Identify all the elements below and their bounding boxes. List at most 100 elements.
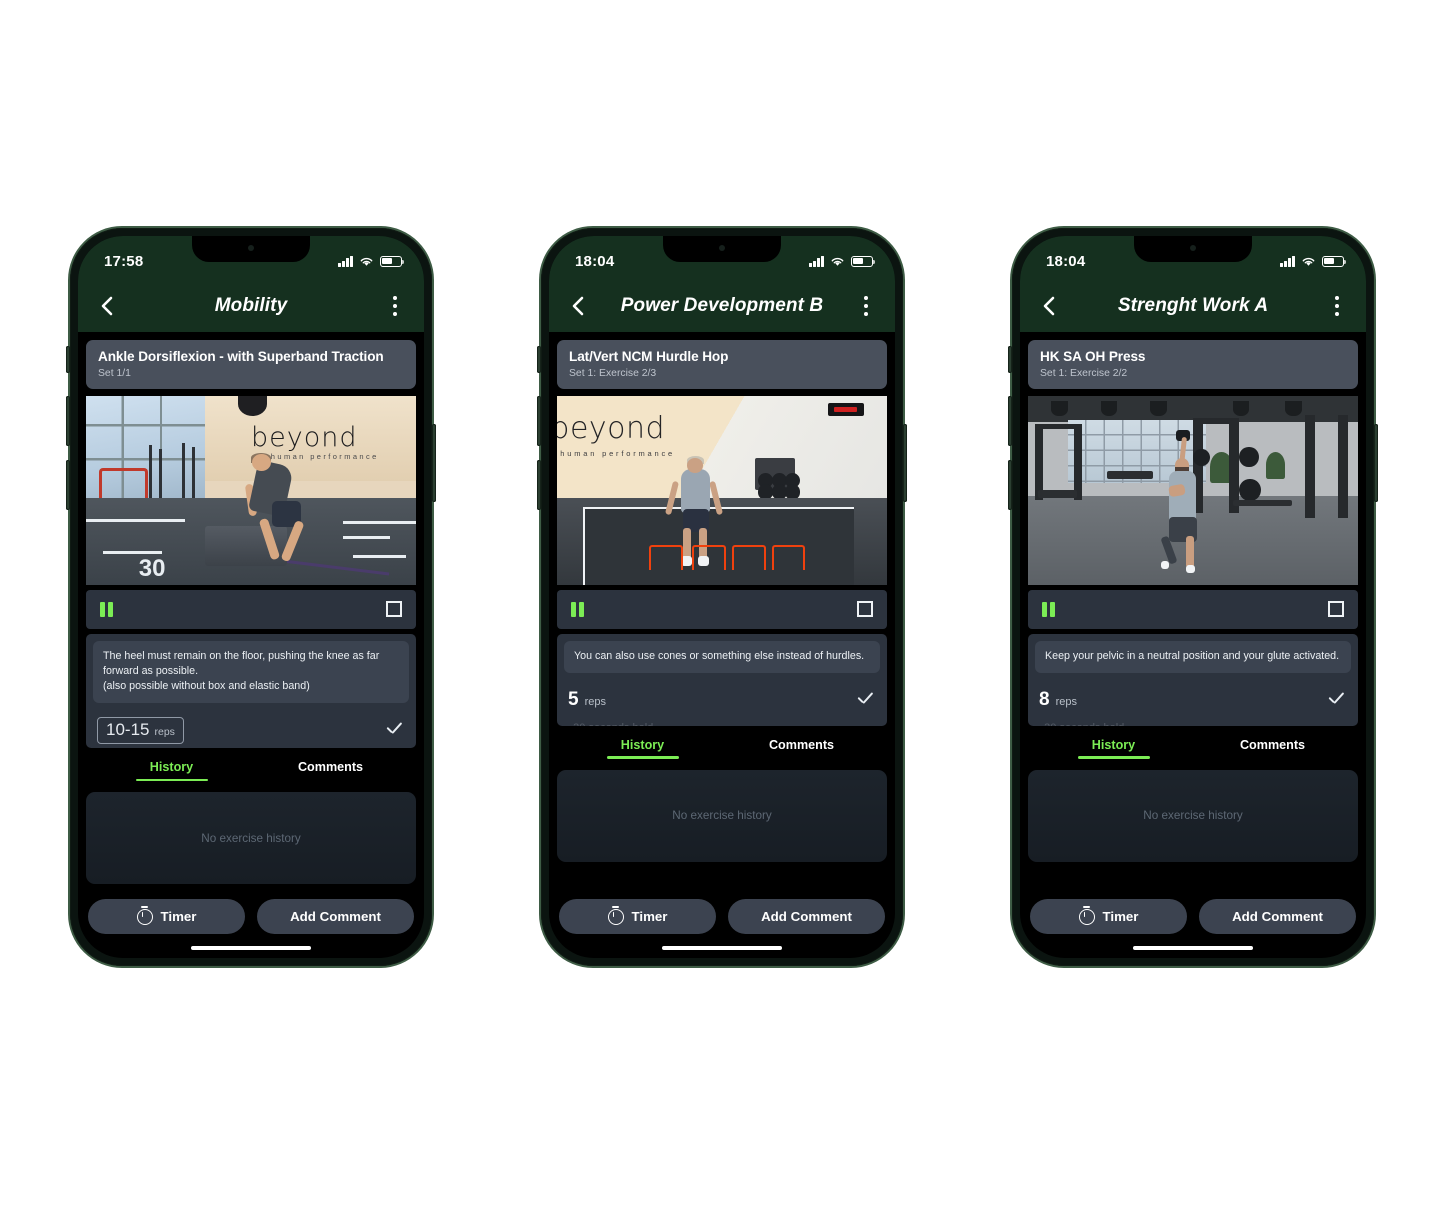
wifi-icon	[360, 257, 373, 266]
chevron-left-icon[interactable]	[1038, 294, 1062, 318]
check-icon[interactable]	[1325, 689, 1347, 711]
chevron-left-icon[interactable]	[96, 294, 120, 318]
volume-up-button[interactable]	[66, 396, 70, 446]
tab-bar: History Comments	[549, 738, 895, 759]
phone-screen: 18:04 Strenght Work A HK SA OH Press Set…	[1020, 236, 1366, 958]
volume-down-button[interactable]	[66, 460, 70, 510]
reps-row: 10-15 reps	[93, 703, 409, 748]
exercise-video[interactable]	[1028, 395, 1358, 585]
volume-down-button[interactable]	[537, 460, 541, 510]
kebab-menu-icon[interactable]	[384, 294, 406, 318]
silent-switch[interactable]	[66, 346, 70, 373]
battery-icon	[1322, 255, 1347, 267]
wifi-icon	[1302, 257, 1315, 266]
tab-history[interactable]: History	[1034, 738, 1193, 759]
video-frame-image: beyond human performance	[86, 395, 416, 585]
kebab-menu-icon[interactable]	[855, 294, 877, 318]
action-bar: Timer Add Comment	[1020, 899, 1366, 934]
check-icon[interactable]	[383, 719, 405, 741]
phone-mockup-mobility: 17:58 Mobility Ankle Dorsiflexion - with…	[66, 225, 436, 969]
reps-value-group[interactable]: 5 reps	[568, 689, 606, 711]
volume-up-button[interactable]	[537, 396, 541, 446]
tab-comments[interactable]: Comments	[722, 738, 881, 759]
wall-clock	[827, 403, 864, 417]
fullscreen-icon[interactable]	[857, 601, 873, 618]
page-title: Power Development B	[620, 295, 824, 316]
page-title: Strenght Work A	[1117, 295, 1269, 316]
history-panel: No exercise history	[86, 792, 416, 885]
status-icons	[809, 255, 876, 267]
exercise-header-card: Ankle Dorsiflexion - with Superband Trac…	[86, 340, 416, 389]
home-indicator[interactable]	[1133, 945, 1253, 950]
timer-button[interactable]: Timer	[559, 899, 716, 934]
volume-up-button[interactable]	[1008, 396, 1012, 446]
reps-input[interactable]: 10-15 reps	[97, 716, 184, 744]
kebab-menu-icon[interactable]	[1326, 294, 1348, 318]
tab-bar: History Comments	[1020, 738, 1366, 759]
phone-mockup-strength-work: 18:04 Strenght Work A HK SA OH Press Set…	[1008, 225, 1378, 969]
silent-switch[interactable]	[1008, 346, 1012, 373]
power-button[interactable]	[432, 424, 436, 502]
power-button[interactable]	[903, 424, 907, 502]
exercise-video[interactable]: beyond human performance	[557, 395, 887, 585]
set-panel: You can also use cones or something else…	[557, 633, 887, 726]
chevron-left-icon[interactable]	[567, 294, 591, 318]
add-comment-label: Add Comment	[1232, 909, 1323, 924]
history-panel: No exercise history	[1028, 769, 1358, 862]
silent-switch[interactable]	[537, 346, 541, 373]
video-controls	[86, 589, 416, 629]
tab-history[interactable]: History	[92, 760, 251, 781]
home-indicator[interactable]	[191, 945, 311, 950]
exercise-video[interactable]: beyond human performance	[86, 395, 416, 585]
clipped-next-row: 30 seconds hold	[564, 718, 880, 726]
nav-bar: Strenght Work A	[1020, 280, 1366, 332]
reps-value: 5	[568, 688, 579, 710]
wifi-icon	[831, 257, 844, 266]
history-empty-text: No exercise history	[201, 831, 301, 845]
tab-history[interactable]: History	[563, 738, 722, 759]
tab-comments[interactable]: Comments	[1193, 738, 1352, 759]
pause-icon[interactable]	[100, 601, 113, 617]
exercise-set-label: Set 1/1	[98, 367, 131, 379]
stopwatch-icon	[607, 905, 624, 925]
reps-value: 8	[1039, 688, 1050, 710]
timer-button[interactable]: Timer	[88, 899, 245, 934]
fullscreen-icon[interactable]	[386, 601, 402, 618]
status-icons	[338, 255, 405, 267]
phone-screen: 17:58 Mobility Ankle Dorsiflexion - with…	[78, 236, 424, 958]
brand-watermark: beyond	[251, 422, 358, 454]
exercise-header-card: HK SA OH Press Set 1: Exercise 2/2	[1028, 340, 1358, 389]
exercise-header-card: Lat/Vert NCM Hurdle Hop Set 1: Exercise …	[557, 340, 887, 389]
clipped-next-row: 30 seconds hold	[1035, 718, 1351, 726]
brand-watermark: beyond	[557, 410, 666, 446]
add-comment-button[interactable]: Add Comment	[728, 899, 885, 934]
check-icon[interactable]	[854, 689, 876, 711]
screenshot-canvas: 17:58 Mobility Ankle Dorsiflexion - with…	[0, 0, 1445, 1211]
exercise-set-label: Set 1: Exercise 2/2	[1040, 367, 1128, 379]
home-indicator[interactable]	[662, 945, 782, 950]
floor-number: 30	[138, 554, 166, 582]
exercise-set-label: Set 1: Exercise 2/3	[569, 367, 657, 379]
set-panel: The heel must remain on the floor, pushi…	[86, 633, 416, 749]
timer-button[interactable]: Timer	[1030, 899, 1187, 934]
timer-label: Timer	[160, 909, 197, 924]
stopwatch-icon	[1078, 905, 1095, 925]
add-comment-button[interactable]: Add Comment	[1199, 899, 1356, 934]
fullscreen-icon[interactable]	[1328, 601, 1344, 618]
volume-down-button[interactable]	[1008, 460, 1012, 510]
tab-comments[interactable]: Comments	[251, 760, 410, 781]
add-comment-label: Add Comment	[761, 909, 852, 924]
notch	[1134, 236, 1252, 262]
reps-value-group[interactable]: 8 reps	[1039, 689, 1077, 711]
pause-icon[interactable]	[1042, 601, 1055, 617]
phone-mockup-power-development: 18:04 Power Development B Lat/Vert NCM H…	[537, 225, 907, 969]
history-panel: No exercise history	[557, 769, 887, 862]
timer-label: Timer	[631, 909, 668, 924]
notch	[663, 236, 781, 262]
status-time: 18:04	[1046, 252, 1086, 270]
pause-icon[interactable]	[571, 601, 584, 617]
add-comment-button[interactable]: Add Comment	[257, 899, 414, 934]
exercise-name: Ankle Dorsiflexion - with Superband Trac…	[98, 349, 384, 364]
reps-row: 8 reps	[1035, 673, 1351, 718]
power-button[interactable]	[1374, 424, 1378, 502]
